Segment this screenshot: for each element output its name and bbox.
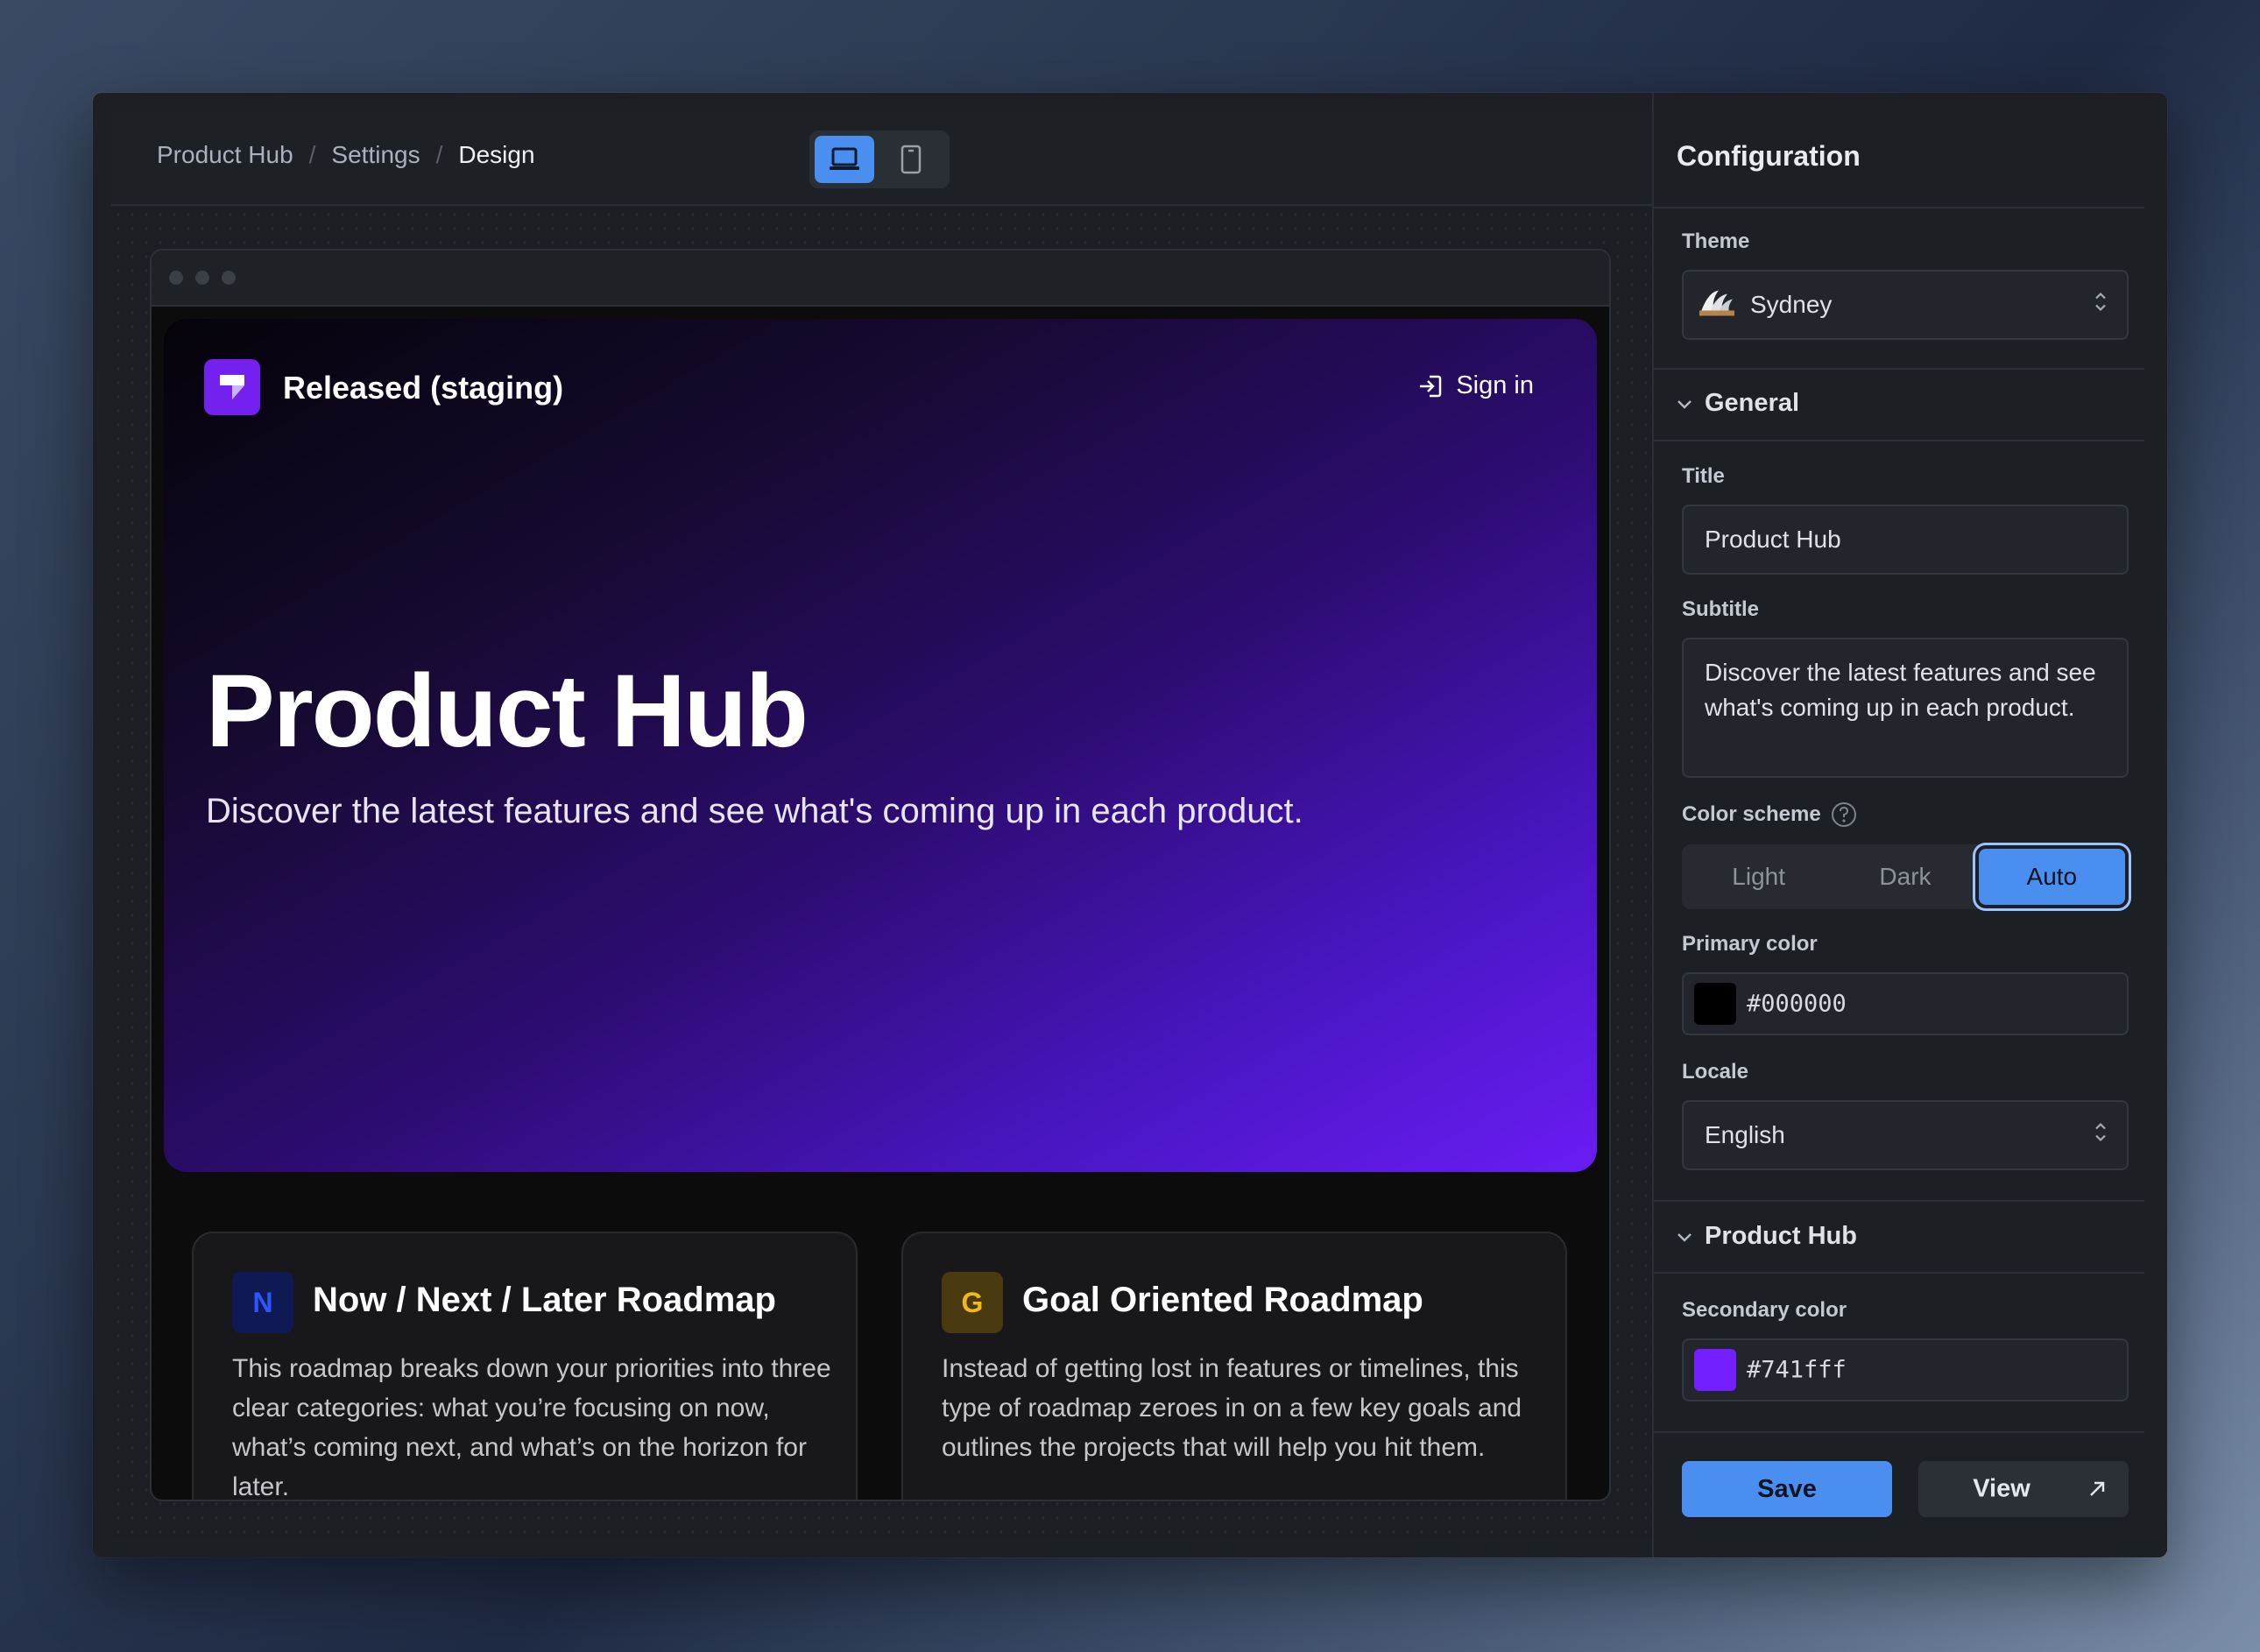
section-general-toggle[interactable]: General [1675, 389, 1799, 418]
theme-value: Sydney [1750, 291, 1833, 318]
title-input[interactable]: Product Hub [1682, 505, 2129, 575]
roadmap-card-description: This roadmap breaks down your priorities… [232, 1354, 831, 1501]
configuration-panel: Configuration Theme Sydney General Title [1652, 93, 2167, 1557]
secondary-color-input[interactable]: #741fff [1682, 1338, 2129, 1401]
roadmap-card-title: Goal Oriented Roadmap [1022, 1281, 1423, 1319]
primary-color-swatch[interactable] [1694, 983, 1736, 1025]
phone-icon [900, 145, 922, 174]
breadcrumb-separator: / [435, 141, 443, 168]
sign-in-icon [1420, 375, 1442, 397]
divider [1654, 1200, 2144, 1202]
subtitle-textarea[interactable]: Discover the latest features and see wha… [1682, 638, 2129, 778]
window-dot [222, 271, 236, 285]
theme-label: Theme [1682, 229, 1750, 253]
view-button[interactable]: View [1918, 1461, 2129, 1517]
roadmap-card-title: Now / Next / Later Roadmap [313, 1281, 776, 1319]
title-input-value: Product Hub [1705, 526, 1841, 553]
chevron-down-icon [1677, 399, 1691, 409]
divider [1654, 368, 2144, 370]
chevron-up-down-icon [2094, 1121, 2108, 1150]
roadmap-badge: G [942, 1272, 1003, 1333]
hero-banner: Released (staging) Sign in Product Hub D… [164, 319, 1597, 1172]
primary-color-label: Primary color [1682, 932, 1818, 956]
mobile-view-button[interactable] [881, 136, 941, 183]
opera-house-icon [1699, 287, 1734, 323]
chevron-down-icon [1677, 1232, 1691, 1242]
subtitle-textarea-value: Discover the latest features and see wha… [1705, 659, 2096, 721]
divider [1654, 440, 2144, 441]
breadcrumb-item-design: Design [458, 141, 535, 168]
color-scheme-light[interactable]: Light [1685, 849, 1832, 905]
browser-frame: Released (staging) Sign in Product Hub D… [150, 249, 1611, 1501]
browser-toolbar [152, 251, 1609, 307]
brand-name: Released (staging) [283, 370, 564, 406]
roadmap-card-goal-oriented[interactable]: G Goal Oriented Roadmap Instead of getti… [901, 1232, 1567, 1500]
title-label: Title [1682, 464, 1725, 488]
locale-label: Locale [1682, 1060, 1749, 1084]
panel-title: Configuration [1677, 140, 1861, 172]
device-toggle [809, 131, 950, 188]
secondary-color-label: Secondary color [1682, 1298, 1847, 1322]
help-icon[interactable] [1830, 801, 1858, 829]
desktop-view-button[interactable] [815, 136, 874, 183]
breadcrumb: Product Hub / Settings / Design [157, 141, 535, 169]
chevron-up-down-icon [2094, 291, 2108, 320]
breadcrumb-separator: / [308, 141, 316, 168]
brand-logo-icon [204, 359, 260, 415]
theme-select[interactable]: Sydney [1682, 270, 2129, 340]
roadmap-card-now-next-later[interactable]: N Now / Next / Later Roadmap This roadma… [192, 1232, 858, 1501]
hero-title: Product Hub [206, 653, 809, 769]
primary-color-input[interactable]: #000000 [1682, 972, 2129, 1035]
sign-in-label: Sign in [1456, 371, 1534, 399]
secondary-color-value: #741fff [1747, 1356, 1847, 1384]
divider [1654, 1272, 2144, 1274]
divider [1654, 207, 2144, 208]
window-dot [169, 271, 183, 285]
color-scheme-segmented-control: Light Dark Auto [1682, 844, 2129, 909]
section-product-hub-toggle[interactable]: Product Hub [1675, 1222, 1857, 1251]
color-scheme-dark[interactable]: Dark [1832, 849, 1978, 905]
roadmap-cards: N Now / Next / Later Roadmap This roadma… [192, 1232, 1574, 1501]
color-scheme-label: Color scheme [1682, 802, 1821, 826]
section-product-hub-title: Product Hub [1705, 1222, 1857, 1250]
app-window: Product Hub / Settings / Design Released… [93, 93, 2167, 1557]
save-button[interactable]: Save [1682, 1461, 1892, 1517]
breadcrumb-item-product-hub[interactable]: Product Hub [157, 141, 293, 169]
divider [1654, 1431, 2144, 1433]
top-bar: Product Hub / Settings / Design [111, 111, 1744, 206]
locale-value: English [1705, 1121, 1785, 1148]
section-general-title: General [1705, 389, 1799, 417]
color-scheme-label-row: Color scheme [1682, 801, 1858, 829]
external-link-icon [2090, 1481, 2105, 1496]
preview-canvas: Released (staging) Sign in Product Hub D… [111, 208, 1744, 1539]
preview-area: Product Hub / Settings / Design Released… [111, 111, 1744, 1539]
roadmap-card-description: Instead of getting lost in features or t… [942, 1354, 1522, 1462]
subtitle-label: Subtitle [1682, 597, 1759, 621]
window-dot [195, 271, 209, 285]
locale-select[interactable]: English [1682, 1100, 2129, 1170]
roadmap-badge: N [232, 1272, 293, 1333]
sign-in-link[interactable]: Sign in [1417, 371, 1534, 400]
color-scheme-auto[interactable]: Auto [1978, 849, 2125, 905]
primary-color-value: #000000 [1747, 990, 1847, 1018]
breadcrumb-item-settings[interactable]: Settings [331, 141, 420, 169]
laptop-icon [830, 147, 859, 170]
hero-subtitle: Discover the latest features and see wha… [206, 792, 1303, 830]
secondary-color-swatch[interactable] [1694, 1349, 1736, 1391]
view-button-label: View [1973, 1474, 2030, 1503]
